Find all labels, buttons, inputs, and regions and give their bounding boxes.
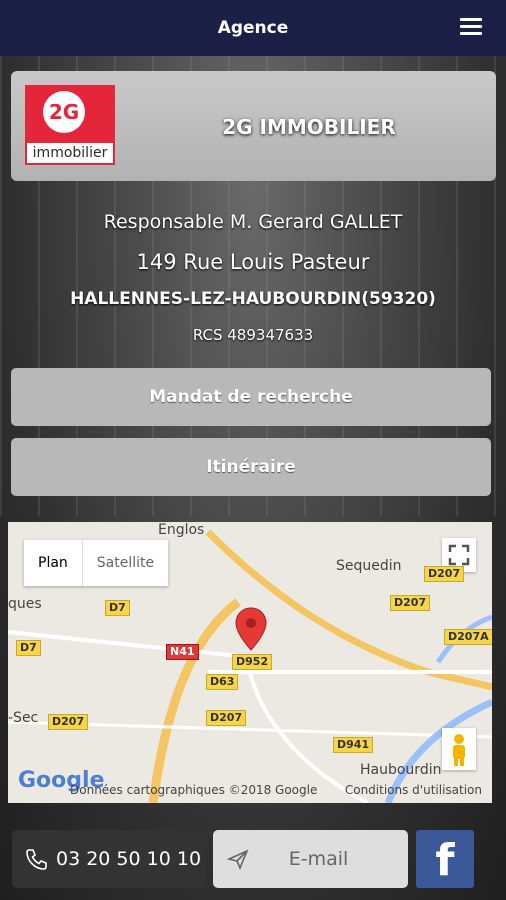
place-label: -Sec [8,710,39,726]
agency-street: 149 Rue Louis Pasteur [136,250,370,274]
email-button[interactable]: E-mail [213,830,408,888]
street-view-pegman-icon[interactable] [442,728,476,770]
map-view[interactable]: Plan Satellite Englos Sequedin ques Haub… [8,522,492,803]
road-label: D207 [390,595,431,611]
email-label: E-mail [288,848,349,870]
road-label: D207A [444,629,492,645]
hamburger-menu-icon[interactable] [460,18,482,36]
place-label: Haubourdin [360,762,442,778]
agency-card: 2G immobilier 2G IMMOBILIER [11,71,496,181]
tab-satellite[interactable]: Satellite [81,540,168,586]
agency-city: HALLENNES-LEZ-HAUBOURDIN(59320) [70,289,436,309]
road-label: D207 [424,566,465,582]
road-label: D941 [333,737,374,753]
agency-name: 2G IMMOBILIER [222,115,396,139]
page-title: Agence [217,18,289,38]
place-label: Sequedin [336,558,402,574]
itinerary-button[interactable]: Itinéraire [11,438,491,496]
road-label: D207 [48,714,89,730]
road-label: D7 [16,640,41,656]
road-label: D7 [105,600,130,616]
agency-rcs: RCS 489347633 [192,326,314,344]
tab-plan[interactable]: Plan [24,540,82,586]
facebook-icon[interactable]: f [416,830,474,888]
phone-number: 03 20 50 10 10 [56,848,202,870]
map-copyright: Données cartographiques ©2018 Google [70,783,318,797]
logo-label: immobilier [27,143,113,163]
phone-icon [26,849,47,870]
top-app-bar: Agence [0,0,506,56]
road-label: N41 [166,644,199,660]
logo-mark: 2G [43,91,85,133]
road-label: D63 [206,674,239,690]
send-icon [227,849,249,870]
terms-link[interactable]: Conditions d'utilisation [345,783,482,797]
search-mandate-button[interactable]: Mandat de recherche [11,368,491,426]
phone-button[interactable]: 03 20 50 10 10 [12,830,206,888]
place-label: Englos [158,522,205,538]
location-pin-icon[interactable] [234,606,268,652]
agency-logo: 2G immobilier [25,85,115,165]
agency-manager: Responsable M. Gerard GALLET [103,211,403,233]
road-label: D952 [232,654,273,670]
map-type-tabs: Plan Satellite [24,540,169,586]
place-label: ques [8,596,42,612]
road-label: D207 [206,710,247,726]
